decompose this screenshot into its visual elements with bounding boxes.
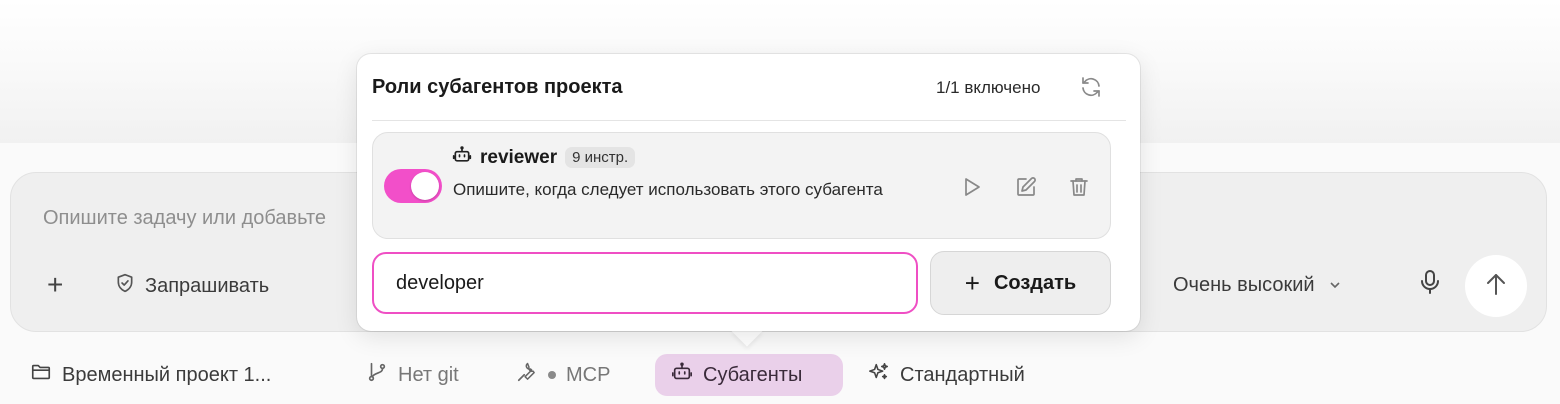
approval-mode-button[interactable]: Запрашивать	[115, 273, 269, 299]
shield-check-icon	[115, 273, 135, 299]
arrow-up-icon	[1485, 272, 1507, 301]
create-label: Создать	[993, 271, 1077, 294]
agent-description: Опишите, когда следует использовать этог…	[453, 180, 883, 199]
enabled-count: 1/1 включено	[936, 78, 1041, 97]
git-branch-icon	[366, 361, 388, 389]
edit-icon[interactable]	[1014, 175, 1038, 199]
microphone-icon	[1419, 269, 1441, 301]
plus-icon: +	[47, 269, 64, 300]
microphone-button[interactable]	[1415, 270, 1445, 300]
agent-header: reviewer 9 инстр.	[452, 145, 636, 170]
plus-icon: +	[964, 267, 980, 298]
toggle-knob	[411, 172, 439, 200]
agent-name: reviewer	[480, 146, 558, 168]
create-subagent-button[interactable]: + Создать	[930, 251, 1111, 315]
agent-enabled-toggle[interactable]	[384, 169, 442, 203]
subagents-button[interactable]: Субагенты	[655, 354, 843, 396]
refresh-icon[interactable]	[1079, 75, 1103, 99]
popover-title: Роли субагентов проекта	[372, 76, 623, 98]
attach-button[interactable]: +	[47, 271, 63, 299]
project-selector[interactable]: Временный проект 1...	[30, 354, 271, 396]
divider	[372, 120, 1126, 121]
new-subagent-name-input[interactable]	[372, 252, 918, 314]
git-status[interactable]: Нет git	[366, 354, 459, 396]
mcp-button[interactable]: MCP	[516, 354, 610, 396]
wrench-icon	[516, 361, 538, 389]
tools-count-badge: 9 инстр.	[565, 147, 636, 168]
trash-icon[interactable]	[1067, 175, 1091, 199]
robot-icon	[671, 361, 693, 389]
subagents-popover: Роли субагентов проекта 1/1 включено rev…	[357, 54, 1140, 331]
send-button[interactable]	[1465, 255, 1527, 317]
project-label: Временный проект 1...	[62, 363, 272, 386]
sparkles-icon	[868, 361, 890, 389]
mode-selector[interactable]: Стандартный	[868, 354, 1025, 396]
effort-select[interactable]: Очень высокий	[1173, 274, 1341, 297]
mode-label: Стандартный	[900, 363, 1025, 386]
agent-card: reviewer 9 инстр. Опишите, когда следует…	[372, 132, 1111, 239]
folder-icon	[30, 361, 52, 389]
subagents-label: Субагенты	[703, 363, 803, 386]
play-icon[interactable]	[959, 175, 983, 199]
mcp-status-dot	[548, 371, 556, 379]
effort-label: Очень высокий	[1173, 274, 1315, 296]
approval-mode-label: Запрашивать	[145, 274, 270, 297]
robot-icon	[452, 145, 472, 170]
mcp-label: MCP	[566, 363, 611, 386]
composer-input[interactable]: Опишите задачу или добавьте	[43, 207, 326, 230]
git-label: Нет git	[398, 363, 459, 386]
chevron-down-icon	[1329, 278, 1341, 294]
